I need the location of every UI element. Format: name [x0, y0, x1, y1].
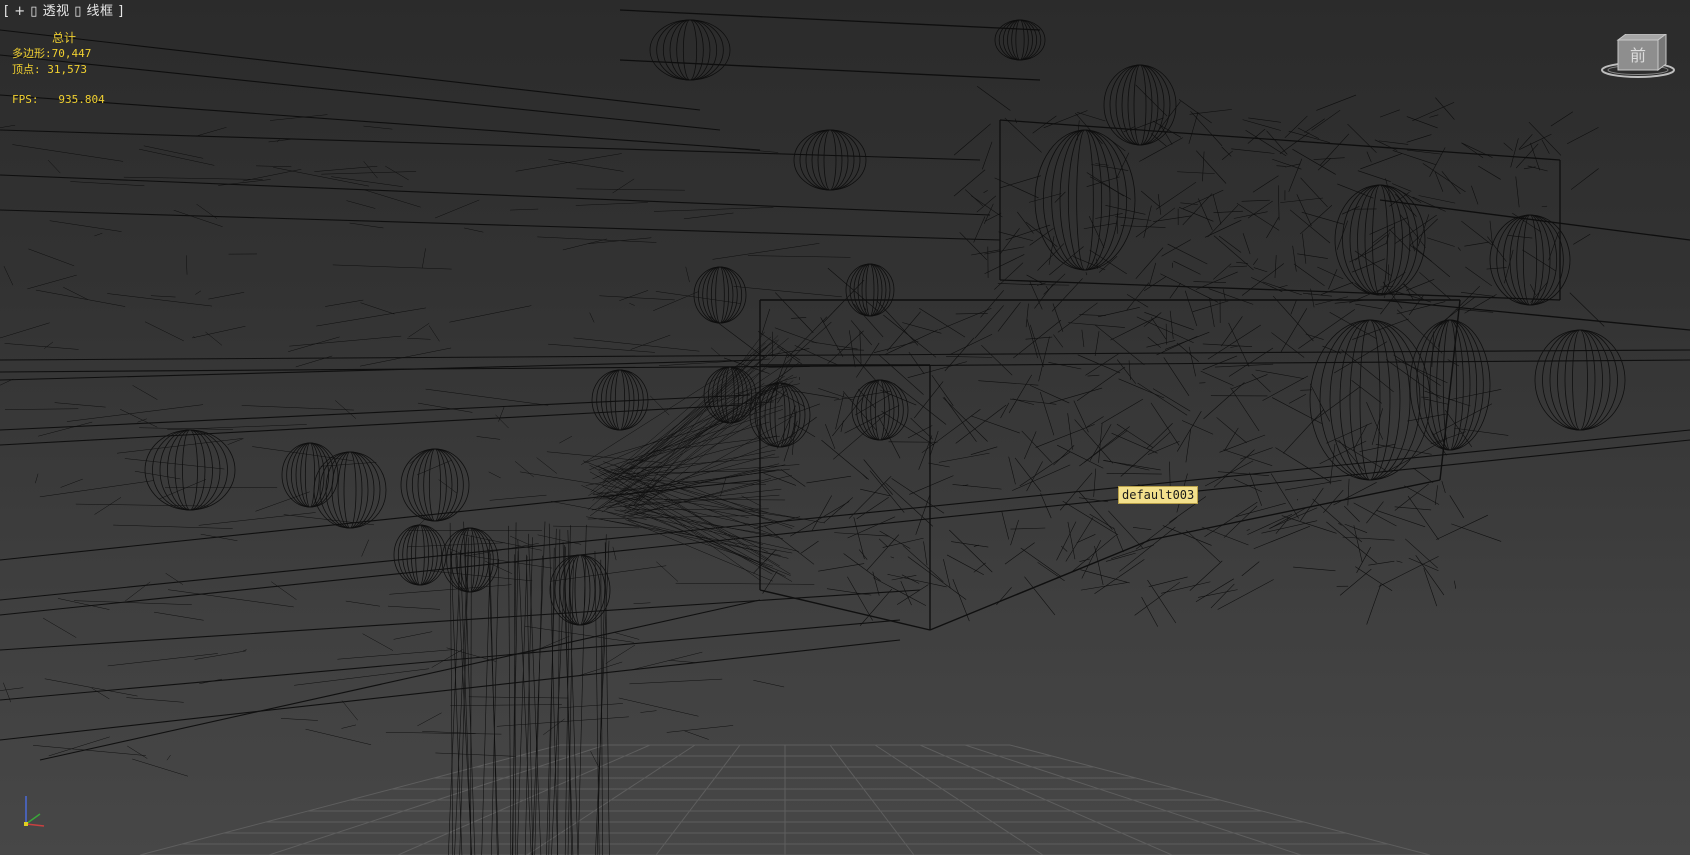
viewcube-face-label: 前	[1630, 46, 1646, 65]
vertices-value: 31,573	[47, 63, 87, 76]
stats-polygons-row: 多边形:70,447	[12, 46, 105, 62]
fps-label: FPS:	[12, 93, 39, 106]
home-grid	[139, 744, 1431, 855]
vertices-label: 顶点:	[12, 63, 41, 76]
viewport-label-menu: [ + ▯ 透视 ▯ 线框 ]	[4, 0, 124, 19]
stats-fps-row: FPS: 935.804	[12, 92, 105, 108]
stats-vertices-row: 顶点: 31,573	[12, 62, 105, 78]
viewport-view-menu[interactable]: 透视	[43, 4, 70, 19]
polygons-label: 多边形:	[12, 47, 52, 60]
viewport-plus-menu[interactable]: +	[14, 4, 25, 19]
viewcube-icon[interactable]: 前	[1600, 34, 1676, 80]
perspective-viewport[interactable]: [ + ▯ 透视 ▯ 线框 ] 总计 多边形:70,447 顶点: 31,573…	[0, 0, 1690, 855]
viewport-shading-menu[interactable]: 线框	[87, 4, 114, 19]
viewport-separator: ▯	[30, 4, 38, 19]
weapon-wireframe	[0, 9, 1690, 855]
stats-heading: 总计	[52, 31, 77, 45]
statistics-overlay: 总计 多边形:70,447 顶点: 31,573 FPS: 935.804	[12, 30, 105, 108]
label-close-bracket: ]	[118, 4, 124, 19]
fps-value: 935.804	[58, 93, 105, 106]
object-name-tooltip: default003	[1118, 486, 1199, 504]
wireframe-model[interactable]	[0, 0, 1690, 855]
axis-tripod-icon	[24, 796, 45, 827]
label-open-bracket: [	[4, 4, 10, 19]
polygons-value: 70,447	[51, 47, 92, 60]
viewport-separator: ▯	[74, 4, 82, 19]
